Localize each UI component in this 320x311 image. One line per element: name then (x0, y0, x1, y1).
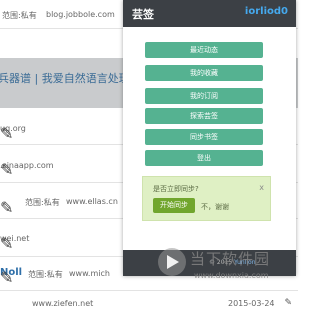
sync-bookmarks-button[interactable]: 同步书签 (145, 129, 263, 145)
item-title[interactable]: 兵器谱 | 我爱自然语言处理 (0, 70, 130, 86)
item-scope: 范围:私有 (2, 11, 37, 20)
decline-sync-link[interactable]: 不，谢谢 (201, 202, 229, 212)
item-url[interactable]: www.ellas.cn (66, 197, 118, 206)
extension-popup: 芸签 iorliod0 最近动态 我的收藏 我的订阅 探索芸签 同步书签 登出 … (123, 0, 296, 276)
item-scope: 范围:私有 (25, 198, 60, 207)
my-subscriptions-button[interactable]: 我的订阅 (145, 88, 263, 104)
edit-icon[interactable]: ✎ (0, 160, 13, 179)
item-date: 2015-03-24 (228, 299, 275, 308)
logout-button[interactable]: 登出 (145, 150, 263, 166)
edit-icon[interactable]: ✎ (0, 268, 13, 287)
edit-icon[interactable]: ✎ (0, 124, 13, 143)
item-scope: 范围:私有 (28, 270, 63, 279)
edit-icon[interactable]: ✎ (0, 234, 13, 253)
list-item[interactable]: www.ziefen.net 2015-03-24 ✎ (0, 291, 298, 311)
watermark-url: www.downxia.com (194, 271, 269, 280)
edit-icon[interactable]: ✎ (0, 198, 13, 217)
recent-activity-button[interactable]: 最近动态 (145, 42, 263, 58)
popup-header: 芸签 iorliod0 (123, 0, 296, 27)
sync-question: 是否立即同步? (153, 185, 199, 193)
watermark-logo-icon (158, 248, 186, 276)
close-icon[interactable]: x (259, 183, 264, 192)
explore-button[interactable]: 探索芸签 (145, 108, 263, 124)
popup-title: 芸签 (132, 8, 154, 21)
watermark-text: 当下软件园 (190, 250, 271, 268)
username-link[interactable]: iorliod0 (245, 6, 288, 17)
item-url[interactable]: blog.jobbole.com (46, 10, 115, 19)
edit-icon[interactable]: ✎ (284, 298, 292, 308)
sync-prompt: 是否立即同步? x 开始同步 不，谢谢 (142, 176, 271, 221)
item-url[interactable]: www.mich (69, 269, 110, 278)
start-sync-button[interactable]: 开始同步 (153, 198, 195, 213)
item-url[interactable]: www.ziefen.net (32, 299, 93, 308)
my-favorites-button[interactable]: 我的收藏 (145, 65, 263, 81)
